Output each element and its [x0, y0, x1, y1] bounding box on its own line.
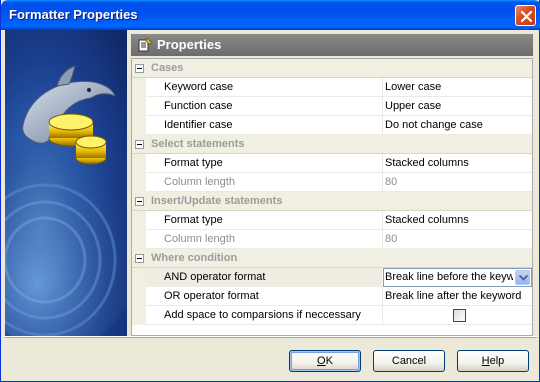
row-gutter: [132, 268, 146, 287]
ok-accelerator-key: O: [317, 355, 326, 367]
category-label: Select statements: [151, 138, 245, 150]
column-divider[interactable]: [382, 211, 383, 230]
close-button[interactable]: [515, 5, 536, 26]
collapse-minus-icon[interactable]: [135, 197, 144, 206]
title-bar[interactable]: Formatter Properties: [1, 0, 540, 30]
category-where-condition[interactable]: Where condition: [132, 249, 532, 268]
side-banner-image: [5, 30, 127, 336]
property-name: Format type: [164, 157, 223, 169]
property-row-insert-format-type[interactable]: Format type Stacked columns: [132, 211, 532, 230]
property-name: AND operator format: [164, 271, 266, 283]
collapse-minus-icon[interactable]: [135, 140, 144, 149]
properties-panel: Properties Cases Keyword case Lower case…: [127, 30, 537, 336]
property-name: Format type: [164, 214, 223, 226]
property-row-add-space-to-comparisons[interactable]: Add space to comparsions if neccessary: [132, 306, 532, 325]
property-row-and-operator-format[interactable]: AND operator format Break line before th…: [132, 268, 532, 287]
window-title: Formatter Properties: [9, 7, 138, 22]
cancel-label: Cancel: [391, 355, 427, 367]
property-value[interactable]: Upper case: [385, 100, 530, 112]
cancel-button[interactable]: Cancel: [373, 350, 445, 372]
property-value: 80: [385, 233, 398, 245]
close-icon: [520, 10, 533, 23]
dialog-client-area: Properties Cases Keyword case Lower case…: [5, 30, 537, 378]
help-label-post: elp: [489, 355, 505, 367]
collapse-minus-icon[interactable]: [135, 254, 144, 263]
column-divider[interactable]: [382, 154, 383, 173]
column-divider[interactable]: [382, 230, 383, 249]
row-gutter: [132, 173, 146, 192]
add-space-checkbox[interactable]: [453, 309, 466, 322]
properties-title: Properties: [157, 37, 222, 52]
row-gutter: [132, 230, 146, 249]
dropdown-button[interactable]: [515, 270, 530, 285]
dropdown-selected-value[interactable]: Break line before the keyword: [385, 271, 513, 283]
property-name: Column length: [164, 176, 235, 188]
properties-icon: [138, 37, 153, 52]
property-value[interactable]: Lower case: [385, 81, 530, 93]
property-grid[interactable]: Cases Keyword case Lower case Function c…: [131, 58, 533, 336]
column-divider[interactable]: [382, 116, 383, 135]
property-value[interactable]: Do not change case: [385, 119, 530, 131]
property-name: Function case: [164, 100, 233, 112]
help-accelerator-key: H: [481, 355, 490, 367]
property-name: Add space to comparsions if neccessary: [164, 309, 361, 321]
category-label: Insert/Update statements: [151, 195, 283, 207]
property-value[interactable]: Stacked columns: [385, 157, 530, 169]
row-gutter: [132, 154, 146, 173]
property-name: Column length: [164, 233, 235, 245]
column-divider[interactable]: [382, 97, 383, 116]
collapse-minus-icon[interactable]: [135, 64, 144, 73]
category-label: Where condition: [151, 252, 238, 264]
row-gutter: [132, 97, 146, 116]
column-divider[interactable]: [382, 287, 383, 306]
property-value: 80: [385, 176, 398, 188]
category-cases[interactable]: Cases: [132, 59, 532, 78]
property-row-select-column-length[interactable]: Column length 80: [132, 173, 532, 192]
property-name: Identifier case: [164, 119, 233, 131]
row-gutter: [132, 287, 146, 306]
row-gutter: [132, 306, 146, 325]
category-label: Cases: [151, 62, 184, 74]
and-operator-format-dropdown[interactable]: Break line before the keyword: [383, 268, 532, 287]
column-divider[interactable]: [382, 173, 383, 192]
row-gutter: [132, 116, 146, 135]
property-name: Keyword case: [164, 81, 234, 93]
property-value[interactable]: Break line after the keyword: [385, 290, 530, 302]
ok-button[interactable]: OK: [289, 350, 361, 372]
property-value[interactable]: Stacked columns: [385, 214, 530, 226]
property-row-function-case[interactable]: Function case Upper case: [132, 97, 532, 116]
chevron-down-icon: [519, 275, 528, 281]
dolphin-coins-logo-icon: [5, 65, 127, 336]
category-insert-update-statements[interactable]: Insert/Update statements: [132, 192, 532, 211]
ok-label-post: K: [325, 355, 333, 367]
dialog-button-bar: OK Cancel Help: [5, 336, 537, 378]
row-gutter: [132, 78, 146, 97]
formatter-properties-window: Formatter Properties Properties Cases Ke…: [0, 0, 540, 382]
column-divider[interactable]: [382, 78, 383, 97]
property-row-keyword-case[interactable]: Keyword case Lower case: [132, 78, 532, 97]
properties-header: Properties: [131, 34, 533, 56]
property-row-or-operator-format[interactable]: OR operator format Break line after the …: [132, 287, 532, 306]
property-row-select-format-type[interactable]: Format type Stacked columns: [132, 154, 532, 173]
property-name: OR operator format: [164, 290, 259, 302]
row-gutter: [132, 211, 146, 230]
column-divider[interactable]: [382, 306, 383, 325]
property-row-insert-column-length[interactable]: Column length 80: [132, 230, 532, 249]
help-button[interactable]: Help: [457, 350, 529, 372]
property-row-identifier-case[interactable]: Identifier case Do not change case: [132, 116, 532, 135]
category-select-statements[interactable]: Select statements: [132, 135, 532, 154]
